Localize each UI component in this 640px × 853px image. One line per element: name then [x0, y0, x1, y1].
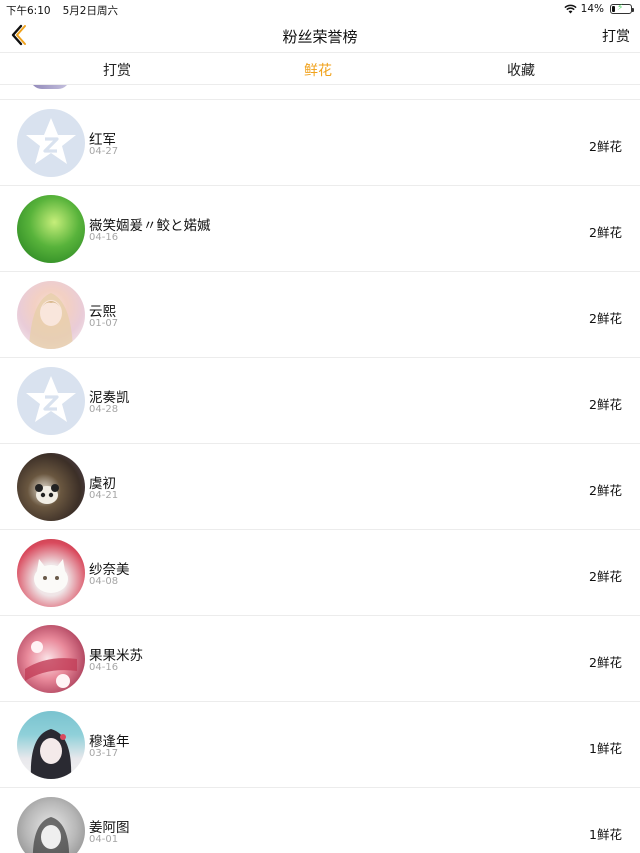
- tab-favorites[interactable]: 收藏: [481, 60, 561, 80]
- fan-name: 果果米苏: [89, 648, 143, 664]
- status-time: 下午6:10: [6, 5, 51, 17]
- flower-count: 2鲜花: [589, 139, 622, 154]
- list-item[interactable]: 虞初 04-21 2鲜花: [0, 444, 640, 530]
- tab-flowers[interactable]: 鲜花: [278, 60, 358, 80]
- battery-level-fill: [612, 6, 615, 12]
- fan-name: 姜阿图: [89, 820, 130, 836]
- flower-count: 1鲜花: [589, 741, 622, 756]
- reward-button[interactable]: 打赏: [602, 26, 630, 46]
- pink-avatar: [17, 625, 85, 693]
- list-item[interactable]: 红军 04-27 2鲜花: [0, 100, 640, 186]
- green-avatar: [17, 195, 85, 263]
- flower-count: 1鲜花: [589, 827, 622, 842]
- fan-date: 04-01: [89, 834, 119, 845]
- flower-count: 2鲜花: [589, 225, 622, 240]
- fan-date: 04-27: [89, 146, 119, 157]
- flower-count: 2鲜花: [589, 655, 622, 670]
- panda-avatar: [17, 453, 85, 521]
- fan-ranking-list: 红军 04-27 2鲜花 嶶笑婟爰〃鲛と婼媙 04-16 2鲜花 云熙 01-0…: [0, 85, 640, 853]
- fan-name: 纱奈美: [89, 562, 130, 578]
- gray-avatar: [17, 797, 85, 853]
- list-item[interactable]: 泥奏凯 04-28 2鲜花: [0, 358, 640, 444]
- avatar: [30, 85, 70, 89]
- list-item[interactable]: 穆逢年 03-17 1鲜花: [0, 702, 640, 788]
- flower-count: 2鲜花: [589, 397, 622, 412]
- battery-icon: ⚡: [610, 3, 634, 14]
- list-item[interactable]: 云熙 01-07 2鲜花: [0, 272, 640, 358]
- tab-bar: 打赏 鲜花 收藏: [0, 52, 640, 85]
- list-item[interactable]: 果果米苏 04-16 2鲜花: [0, 616, 640, 702]
- anime-boy-avatar: [17, 711, 85, 779]
- tab-reward[interactable]: 打赏: [77, 60, 157, 80]
- qq-default-avatar: [17, 109, 85, 177]
- flower-count: 2鲜花: [589, 569, 622, 584]
- fan-name: 嶶笑婟爰〃鲛と婼媙: [89, 218, 211, 234]
- battery-percent: 14%: [580, 3, 604, 15]
- fan-name: 虞初: [89, 476, 116, 492]
- list-item[interactable]: 嶶笑婟爰〃鲛と婼媙 04-16 2鲜花: [0, 186, 640, 272]
- list-item[interactable]: 姜阿图 04-01 1鲜花: [0, 788, 640, 853]
- fan-date: 04-08: [89, 576, 119, 587]
- fan-date: 04-16: [89, 662, 119, 673]
- fan-name: 红军: [89, 132, 116, 148]
- charging-bolt-icon: ⚡: [617, 3, 624, 13]
- status-bar: 下午6:10 5月2日周六 14% ⚡: [0, 0, 640, 18]
- page-title: 粉丝荣誉榜: [282, 28, 358, 46]
- cat-avatar: [17, 539, 85, 607]
- list-item[interactable]: 纱奈美 04-08 2鲜花: [0, 530, 640, 616]
- anime-girl-avatar: [17, 281, 85, 349]
- navigation-bar: 粉丝荣誉榜 打赏: [0, 18, 640, 52]
- status-date: 5月2日周六: [62, 5, 118, 17]
- fan-date: 04-16: [89, 232, 119, 243]
- fan-date: 04-21: [89, 490, 119, 501]
- qq-default-avatar: [17, 367, 85, 435]
- fan-date: 01-07: [89, 318, 119, 329]
- fan-date: 04-28: [89, 404, 119, 415]
- fan-name: 泥奏凯: [89, 390, 130, 406]
- fan-name: 云熙: [89, 304, 116, 320]
- fan-name: 穆逢年: [89, 734, 130, 750]
- list-item[interactable]: [0, 85, 640, 100]
- flower-count: 2鲜花: [589, 311, 622, 326]
- wifi-icon: [564, 4, 577, 14]
- flower-count: 2鲜花: [589, 483, 622, 498]
- fan-date: 03-17: [89, 748, 119, 759]
